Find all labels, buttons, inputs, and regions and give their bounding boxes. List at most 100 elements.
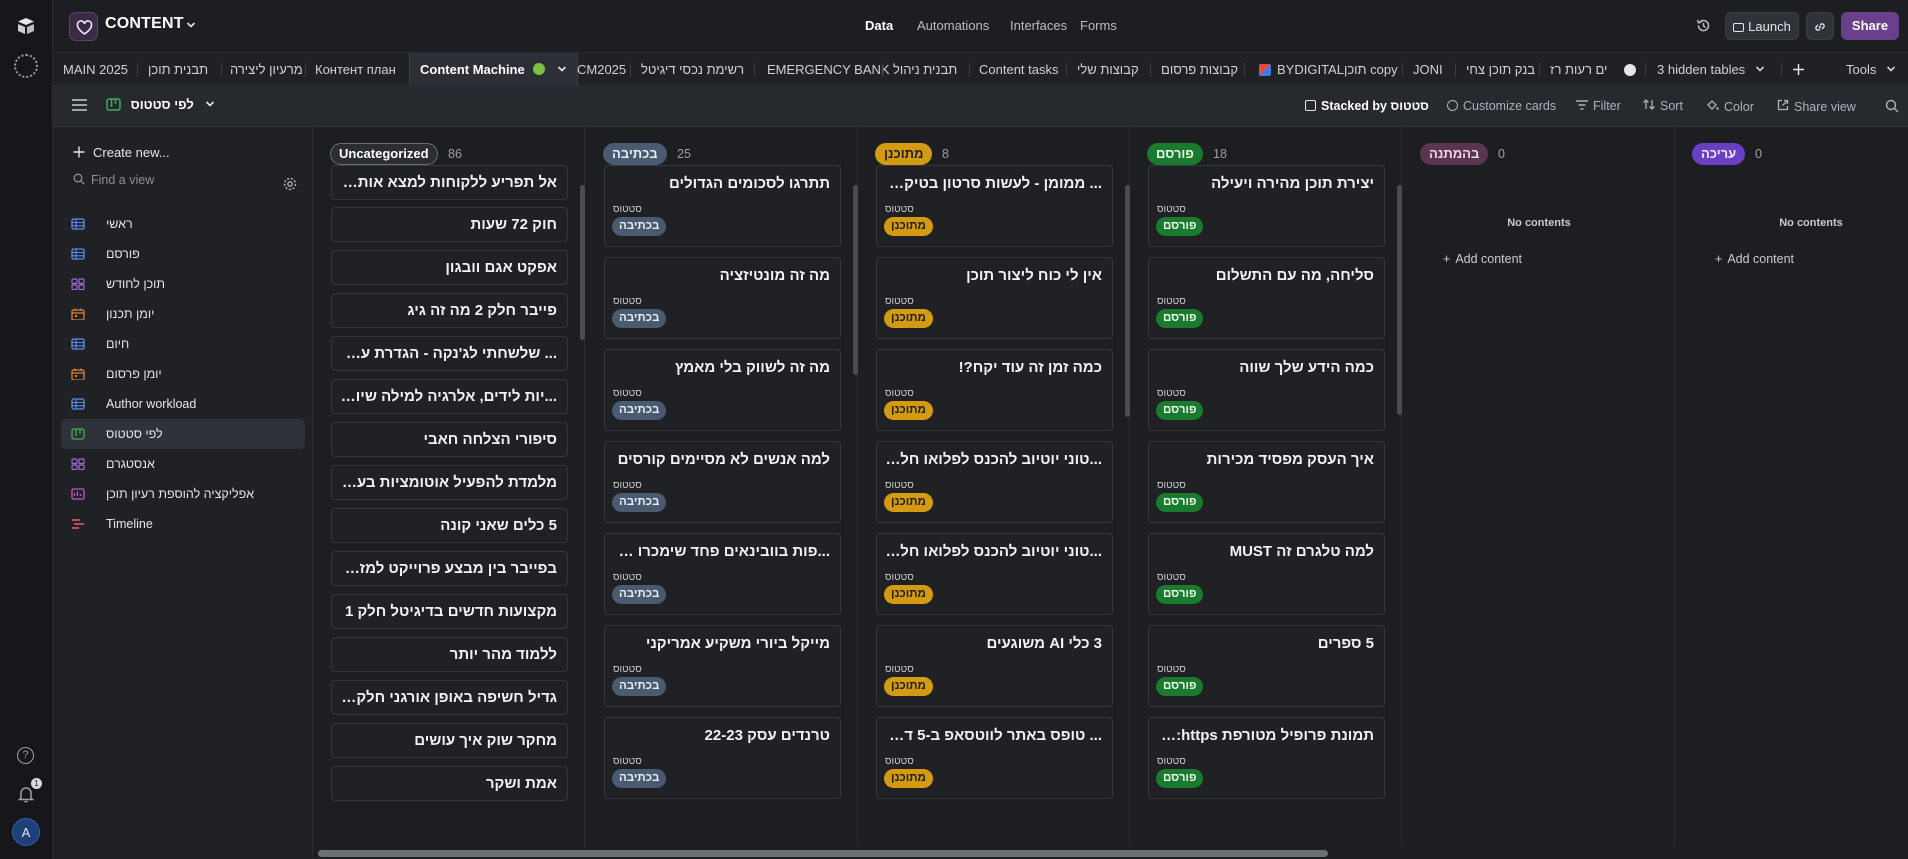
kanban-card[interactable]: אל תפריע ללקוחות למצא אותך?... — [331, 165, 568, 200]
kanban-card[interactable]: יצירת תוכן מהירה ויעילה סטטוס פורסם — [1148, 165, 1385, 247]
sidebar-view-item[interactable]: אפליקציה להוספת רעיון תוכן — [61, 479, 305, 509]
sidebar-view-item[interactable]: פורסם — [61, 239, 305, 269]
filter-button[interactable]: Filter — [1576, 99, 1621, 113]
kanban-card[interactable]: תתרגו לסכומים הגדולים סטטוס בכתיבה — [604, 165, 841, 247]
add-table-icon[interactable] — [1792, 63, 1805, 76]
share-button[interactable]: Share — [1841, 12, 1899, 40]
kanban-card[interactable]: מלמדת להפעיל אוטומציות בעסק — [331, 465, 568, 500]
kanban-card[interactable]: גדיל חשיפה באופן אורגני חלק 1... — [331, 680, 568, 715]
search-icon[interactable] — [1885, 99, 1899, 113]
tab-reut-raz[interactable]: ים רעות רז — [1550, 53, 1607, 86]
tab-content-plan-ru[interactable]: Контент план — [315, 53, 396, 86]
tab-emergency-bank[interactable]: EMERGENCY BANK — [767, 53, 890, 86]
launch-button[interactable]: Launch — [1725, 12, 1799, 40]
kanban-card[interactable]: פייבר חלק 2 מה זה גיג — [331, 293, 568, 328]
sidebar-view-item[interactable]: יומן פרסום — [61, 359, 305, 389]
kanban-card[interactable]: כמה הידע שלך שווה סטטוס פורסם — [1148, 349, 1385, 431]
kanban-card[interactable]: אין לי כוח ליצור תוכן סטטוס מתוכנן — [876, 257, 1113, 339]
kanban-card[interactable]: סיפורי הצלחה חאבי — [331, 422, 568, 457]
tab-content-machine[interactable]: Content Machine — [409, 53, 578, 86]
tab-content-template[interactable]: תבנית תוכן — [148, 53, 208, 86]
tab-content-tasks[interactable]: Content tasks — [979, 53, 1059, 86]
add-content-button[interactable]: + Add content — [1443, 252, 1522, 266]
kanban-card[interactable]: 5 כלים שאני קונה — [331, 508, 568, 543]
sidebar-view-item[interactable]: אנסטגרם — [61, 449, 305, 479]
tools-dropdown[interactable]: Tools — [1846, 53, 1896, 86]
help-icon[interactable]: ? — [17, 747, 34, 764]
kanban-card[interactable]: מה זה מונטיזציה סטטוס בכתיבה — [604, 257, 841, 339]
stacked-by-button[interactable]: Stacked by סטטוס — [1305, 99, 1429, 113]
sidebar-view-item[interactable]: ראשי — [61, 209, 305, 239]
kanban-card[interactable]: 5 ספרים סטטוס פורסם — [1148, 625, 1385, 707]
kanban-card[interactable]: ללמוד מהר יותר — [331, 637, 568, 672]
tab-tsahi-bank[interactable]: בנק תוכן צחי — [1466, 53, 1535, 86]
sidebar-view-item[interactable]: Author workload — [61, 389, 305, 419]
tab-idea-to-creation[interactable]: מרעיון ליצירה — [230, 53, 303, 86]
kanban-card[interactable]: ... שלשחתי לג'נקה - הגדרת עצמי — [331, 336, 568, 371]
sidebar-view-item[interactable]: לפי סטטוס — [61, 419, 305, 449]
share-view-button[interactable]: Share view — [1777, 99, 1856, 114]
kanban-card[interactable]: בפייבר בין מבצע פרוייקט למזמין... — [331, 551, 568, 586]
tab-digital-assets[interactable]: רשימת נכסי דיגיטל — [641, 53, 744, 86]
kanban-card[interactable]: אפקט אגם וובגון — [331, 250, 568, 285]
copy-link-button[interactable] — [1806, 12, 1834, 40]
sort-button[interactable]: Sort — [1643, 99, 1683, 113]
kanban-card[interactable]: ...יות לידים, אלרגיה למילה שיווקק — [331, 379, 568, 414]
kanban-card[interactable]: ...טוני יוטיוב להכנס לפלואו חלק 2 סטטוס מת… — [876, 533, 1113, 615]
sidebar-view-item[interactable]: תוכן לחודש — [61, 269, 305, 299]
color-button[interactable]: Color — [1706, 99, 1754, 114]
kanban-card[interactable]: ... ממומן - לעשות סרטון בטיקטוק סטטוס מתוכ… — [876, 165, 1113, 247]
create-new-view-button[interactable]: Create new... — [73, 145, 170, 160]
column-scrollbar[interactable] — [1397, 185, 1402, 415]
hidden-tables-dropdown[interactable]: 3 hidden tables — [1657, 53, 1765, 86]
tab-my-groups[interactable]: קבוצות שלי — [1077, 53, 1139, 86]
airtable-logo-icon[interactable] — [16, 16, 36, 36]
kanban-card[interactable]: אמת ושקר — [331, 766, 568, 801]
customize-cards-button[interactable]: Customize cards — [1447, 99, 1556, 113]
kanban-card[interactable]: ... טופס באתר לווטסאפ ב-5 דקות סטטוס מתוכנ… — [876, 717, 1113, 799]
sidebar-view-item[interactable]: יומן תכנון — [61, 299, 305, 329]
sidebar-view-item[interactable]: Timeline — [61, 509, 305, 539]
kanban-card[interactable]: 3 כלי AI משוגעים סטטוס מתוכנן — [876, 625, 1113, 707]
kanban-card[interactable]: למה טלגרם זה MUST סטטוס פורסם — [1148, 533, 1385, 615]
tab-publish-groups[interactable]: קבוצות פרסום — [1161, 53, 1238, 86]
column-status-pill[interactable]: בהמתנה — [1420, 143, 1489, 165]
avatar[interactable]: A — [12, 818, 40, 846]
kanban-card[interactable]: ...טוני יוטיוב להכנס לפלואו חלק 1 סטטוס מת… — [876, 441, 1113, 523]
kanban-card[interactable]: סליחה, מה עם התשלום סטטוס פורסם — [1148, 257, 1385, 339]
kanban-card[interactable]: תמונת פרופיל מטורפת https://... סטטוס פורס… — [1148, 717, 1385, 799]
current-view-switcher[interactable]: לפי סטטוס — [106, 97, 215, 112]
history-icon[interactable] — [1695, 17, 1712, 34]
column-status-pill[interactable]: מתוכנן — [875, 143, 933, 165]
column-status-pill[interactable]: בכתיבה — [603, 143, 667, 165]
column-status-pill[interactable]: עריכה — [1692, 143, 1746, 165]
kanban-card[interactable]: ...פות בוובינאים פחד שימכרו לכם סטטוס בכתי… — [604, 533, 841, 615]
nav-data[interactable]: Data — [865, 18, 893, 33]
add-content-button[interactable]: + Add content — [1715, 252, 1794, 266]
kanban-card[interactable]: כמה זמן זה עוד יקח?! סטטוס מתוכנן — [876, 349, 1113, 431]
hamburger-menu-icon[interactable] — [72, 99, 87, 111]
column-scrollbar[interactable] — [580, 185, 585, 340]
kanban-card[interactable]: מקצועות חדשים בדיגיטל חלק 1 — [331, 594, 568, 629]
horizontal-scrollbar[interactable] — [318, 850, 1328, 857]
chevron-down-icon[interactable] — [557, 64, 567, 74]
kanban-card[interactable]: איך העסק מפסיד מכירות סטטוס פורסם — [1148, 441, 1385, 523]
sidebar-view-item[interactable]: חיום — [61, 329, 305, 359]
base-icon[interactable] — [69, 12, 98, 41]
kanban-card[interactable]: טרנדים עסק 22-23 סטטוס בכתיבה — [604, 717, 841, 799]
nav-forms[interactable]: Forms — [1080, 18, 1117, 33]
find-view-input[interactable]: Find a view — [73, 173, 293, 197]
nav-interfaces[interactable]: Interfaces — [1010, 18, 1067, 33]
gear-icon[interactable] — [283, 177, 297, 191]
tab-joni[interactable]: JONI — [1413, 53, 1443, 86]
base-title[interactable]: CONTENT — [105, 15, 184, 33]
kanban-card[interactable]: למה אנשים לא מסיימים קורסים סטטוס בכתיבה — [604, 441, 841, 523]
kanban-card[interactable]: מייקל ביורי משקיע אמריקני סטטוס בכתיבה — [604, 625, 841, 707]
column-status-pill[interactable]: Uncategorized — [330, 143, 438, 165]
tab-main-2025[interactable]: MAIN 2025 — [63, 53, 128, 86]
tab-bydigital-copy[interactable]: BYDIGITALתוכן copy — [1277, 53, 1398, 86]
kanban-card[interactable]: מה זה לשווק בלי מאמץ סטטוס בכתיבה — [604, 349, 841, 431]
kanban-card[interactable]: חוק 72 שעות — [331, 207, 568, 242]
kanban-card[interactable]: מחקר שוק איך עושים — [331, 723, 568, 758]
column-status-pill[interactable]: פורסם — [1147, 143, 1203, 165]
